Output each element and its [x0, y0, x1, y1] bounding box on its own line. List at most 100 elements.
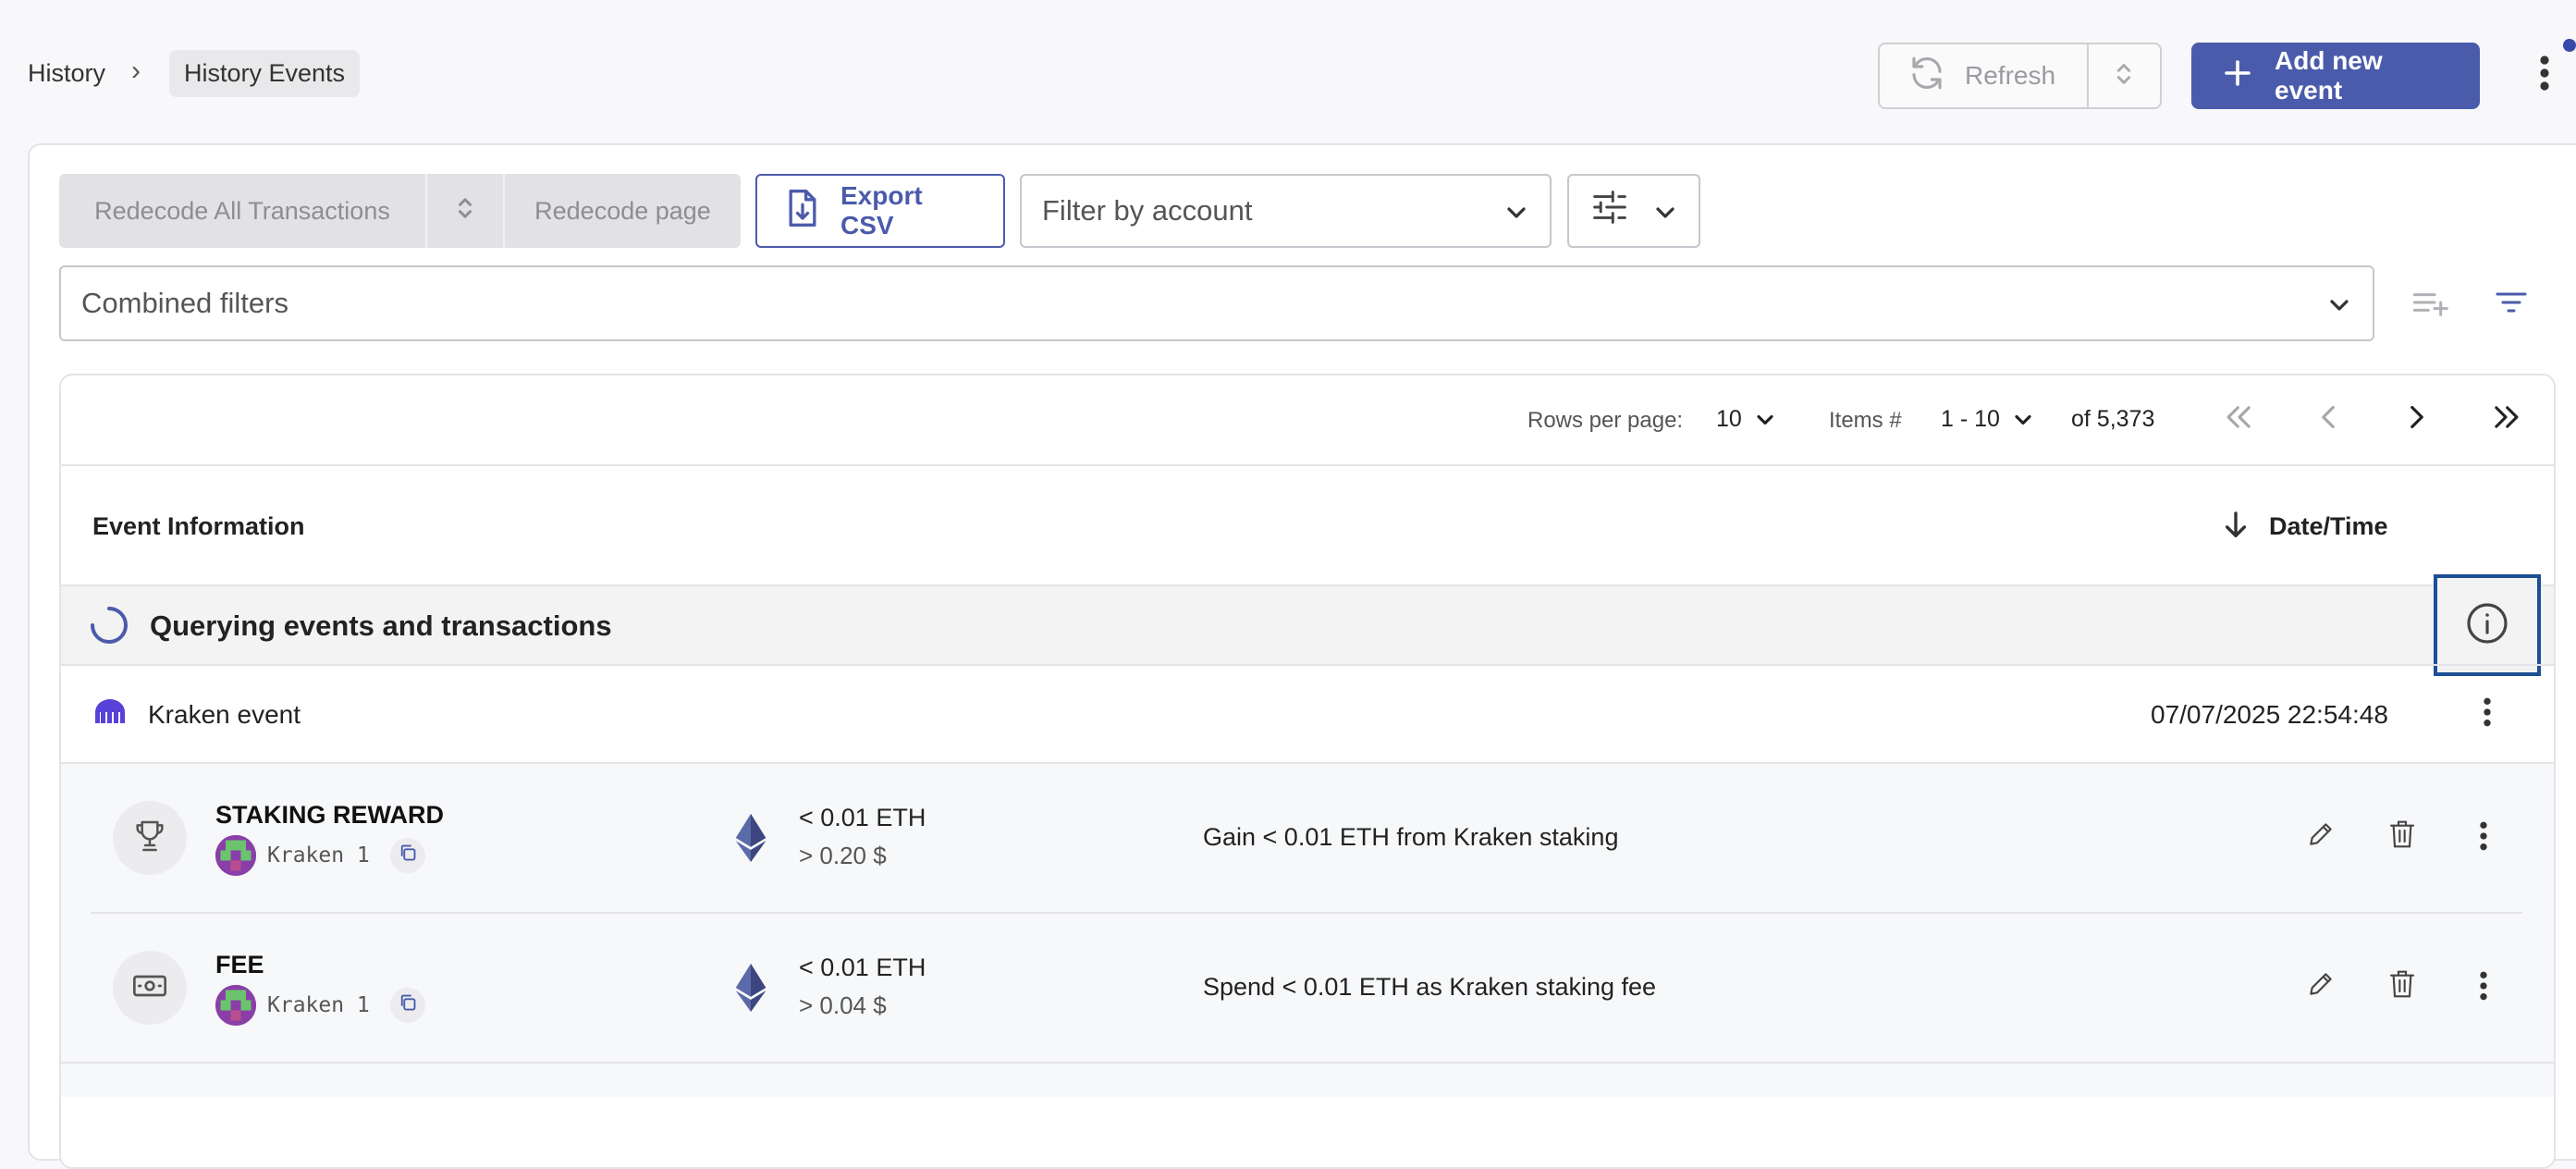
- divider: [61, 464, 2554, 466]
- combined-filters-placeholder: Combined filters: [81, 287, 288, 319]
- event-account: Kraken 1: [215, 835, 425, 876]
- eth-icon: [733, 964, 768, 1016]
- event-usd-value: > 0.04 $: [799, 991, 887, 1019]
- notification-dot: [2563, 39, 2576, 52]
- event-group-title: Kraken event: [148, 700, 301, 729]
- querying-status-text: Querying events and transactions: [150, 609, 612, 642]
- chevron-down-icon: [1654, 194, 1676, 228]
- filter-by-account-placeholder: Filter by account: [1042, 194, 1253, 227]
- copy-account-button[interactable]: [389, 988, 425, 1023]
- filter-list-icon: [2495, 289, 2528, 320]
- redecode-all-label: Redecode All Transactions: [94, 196, 390, 225]
- event-amount: < 0.01 ETH: [799, 954, 926, 981]
- loading-spinner-icon: [89, 605, 129, 650]
- dots-vertical-icon: [2479, 819, 2488, 857]
- querying-info-button[interactable]: [2434, 574, 2541, 676]
- add-new-event-button[interactable]: Add new event: [2191, 43, 2480, 109]
- pencil-icon: [2306, 969, 2336, 1003]
- breadcrumb-current: History Events: [169, 50, 361, 97]
- file-download-icon: [785, 188, 820, 235]
- redecode-options-button[interactable]: [427, 174, 505, 248]
- divider: [61, 664, 2554, 666]
- event-amount: < 0.01 ETH: [799, 804, 926, 831]
- avatar: [215, 985, 256, 1026]
- divider: [91, 912, 2522, 914]
- event-group-menu-button[interactable]: [2469, 692, 2506, 736]
- column-header-datetime[interactable]: Date/Time: [2269, 512, 2388, 541]
- export-csv-button[interactable]: Export CSV: [755, 174, 1005, 248]
- delete-event-button[interactable]: [2384, 818, 2421, 855]
- refresh-label: Refresh: [1965, 61, 2056, 90]
- trophy-icon: [131, 818, 168, 859]
- refresh-icon: [1907, 54, 1946, 99]
- dots-vertical-icon: [2539, 55, 2550, 96]
- dots-vertical-icon: [2483, 695, 2492, 733]
- event-group-datetime: 07/07/2025 22:54:48: [2151, 700, 2388, 729]
- copy-icon: [399, 843, 417, 868]
- info-icon: [2465, 601, 2509, 650]
- previous-page-button[interactable]: [2308, 399, 2349, 439]
- chevron-down-icon: [1505, 194, 1527, 228]
- event-type-label: FEE: [215, 951, 264, 978]
- eth-icon: [733, 814, 768, 867]
- event-description: Spend < 0.01 ETH as Kraken staking fee: [1203, 973, 1657, 1001]
- event-type-icon: [113, 801, 187, 875]
- filter-by-account-select[interactable]: Filter by account: [1020, 174, 1552, 248]
- items-total: of 5,373: [2071, 406, 2155, 432]
- unfold-icon: [2113, 60, 2135, 92]
- combined-filters-input[interactable]: Combined filters: [59, 265, 2374, 341]
- delete-event-button[interactable]: [2384, 967, 2421, 1004]
- event-description: Gain < 0.01 ETH from Kraken staking: [1203, 823, 1619, 851]
- event-account-label: Kraken 1: [267, 993, 370, 1017]
- column-header-event-information: Event Information: [92, 512, 305, 540]
- plus-icon: [2221, 56, 2254, 96]
- items-label: Items #: [1829, 408, 1902, 433]
- first-page-button[interactable]: [2219, 399, 2260, 439]
- chevron-down-icon: [1755, 406, 1775, 433]
- export-csv-label: Export CSV: [840, 181, 923, 240]
- event-account-label: Kraken 1: [267, 843, 370, 868]
- rows-per-page-label: Rows per page:: [1527, 408, 1684, 433]
- unfold-icon: [455, 194, 475, 228]
- more-menu-button[interactable]: [2526, 52, 2563, 98]
- rows-per-page-value: 10: [1716, 406, 1742, 432]
- trash-icon: [2388, 819, 2416, 854]
- trash-icon: [2388, 969, 2416, 1003]
- refresh-options-button[interactable]: [2089, 44, 2159, 107]
- event-type-icon: [113, 951, 187, 1025]
- redecode-all-button[interactable]: Redecode All Transactions: [59, 174, 427, 248]
- refresh-button[interactable]: Refresh: [1880, 44, 2090, 107]
- event-account: Kraken 1: [215, 985, 425, 1026]
- breadcrumb-separator-icon: ›: [131, 55, 141, 86]
- save-filters-button[interactable]: [2408, 282, 2452, 326]
- pencil-icon: [2306, 819, 2336, 854]
- edit-event-button[interactable]: [2302, 967, 2339, 1004]
- chevron-down-icon: [2013, 406, 2033, 433]
- sort-datetime-button[interactable]: [2219, 511, 2252, 544]
- redecode-page-button[interactable]: Redecode page: [505, 174, 741, 248]
- refresh-button-group: Refresh: [1878, 43, 2162, 109]
- saved-filters-button[interactable]: [2489, 282, 2533, 326]
- copy-account-button[interactable]: [389, 838, 425, 873]
- event-menu-button[interactable]: [2465, 818, 2502, 858]
- edit-event-button[interactable]: [2302, 818, 2339, 855]
- items-range-select[interactable]: 1 - 10: [1941, 406, 2033, 433]
- chevron-double-right-icon: [2490, 405, 2521, 434]
- next-page-button[interactable]: [2397, 399, 2437, 439]
- add-new-event-label: Add new event: [2275, 46, 2383, 105]
- breadcrumb-parent[interactable]: History: [28, 59, 105, 88]
- copy-icon: [399, 993, 417, 1017]
- divider: [61, 1062, 2554, 1064]
- last-page-button[interactable]: [2485, 399, 2526, 439]
- dots-vertical-icon: [2479, 969, 2488, 1007]
- chevron-left-icon: [2320, 404, 2337, 435]
- kraken-logo-icon: [92, 697, 128, 730]
- chevron-double-left-icon: [2224, 405, 2255, 434]
- money-icon: [131, 969, 168, 1007]
- redecode-button-group: Redecode All Transactions Redecode page: [59, 174, 741, 248]
- event-usd-value: > 0.20 $: [799, 842, 887, 869]
- view-settings-button[interactable]: [1567, 174, 1700, 248]
- playlist-add-icon: [2411, 289, 2448, 321]
- rows-per-page-select[interactable]: 10: [1716, 406, 1775, 433]
- event-menu-button[interactable]: [2465, 967, 2502, 1008]
